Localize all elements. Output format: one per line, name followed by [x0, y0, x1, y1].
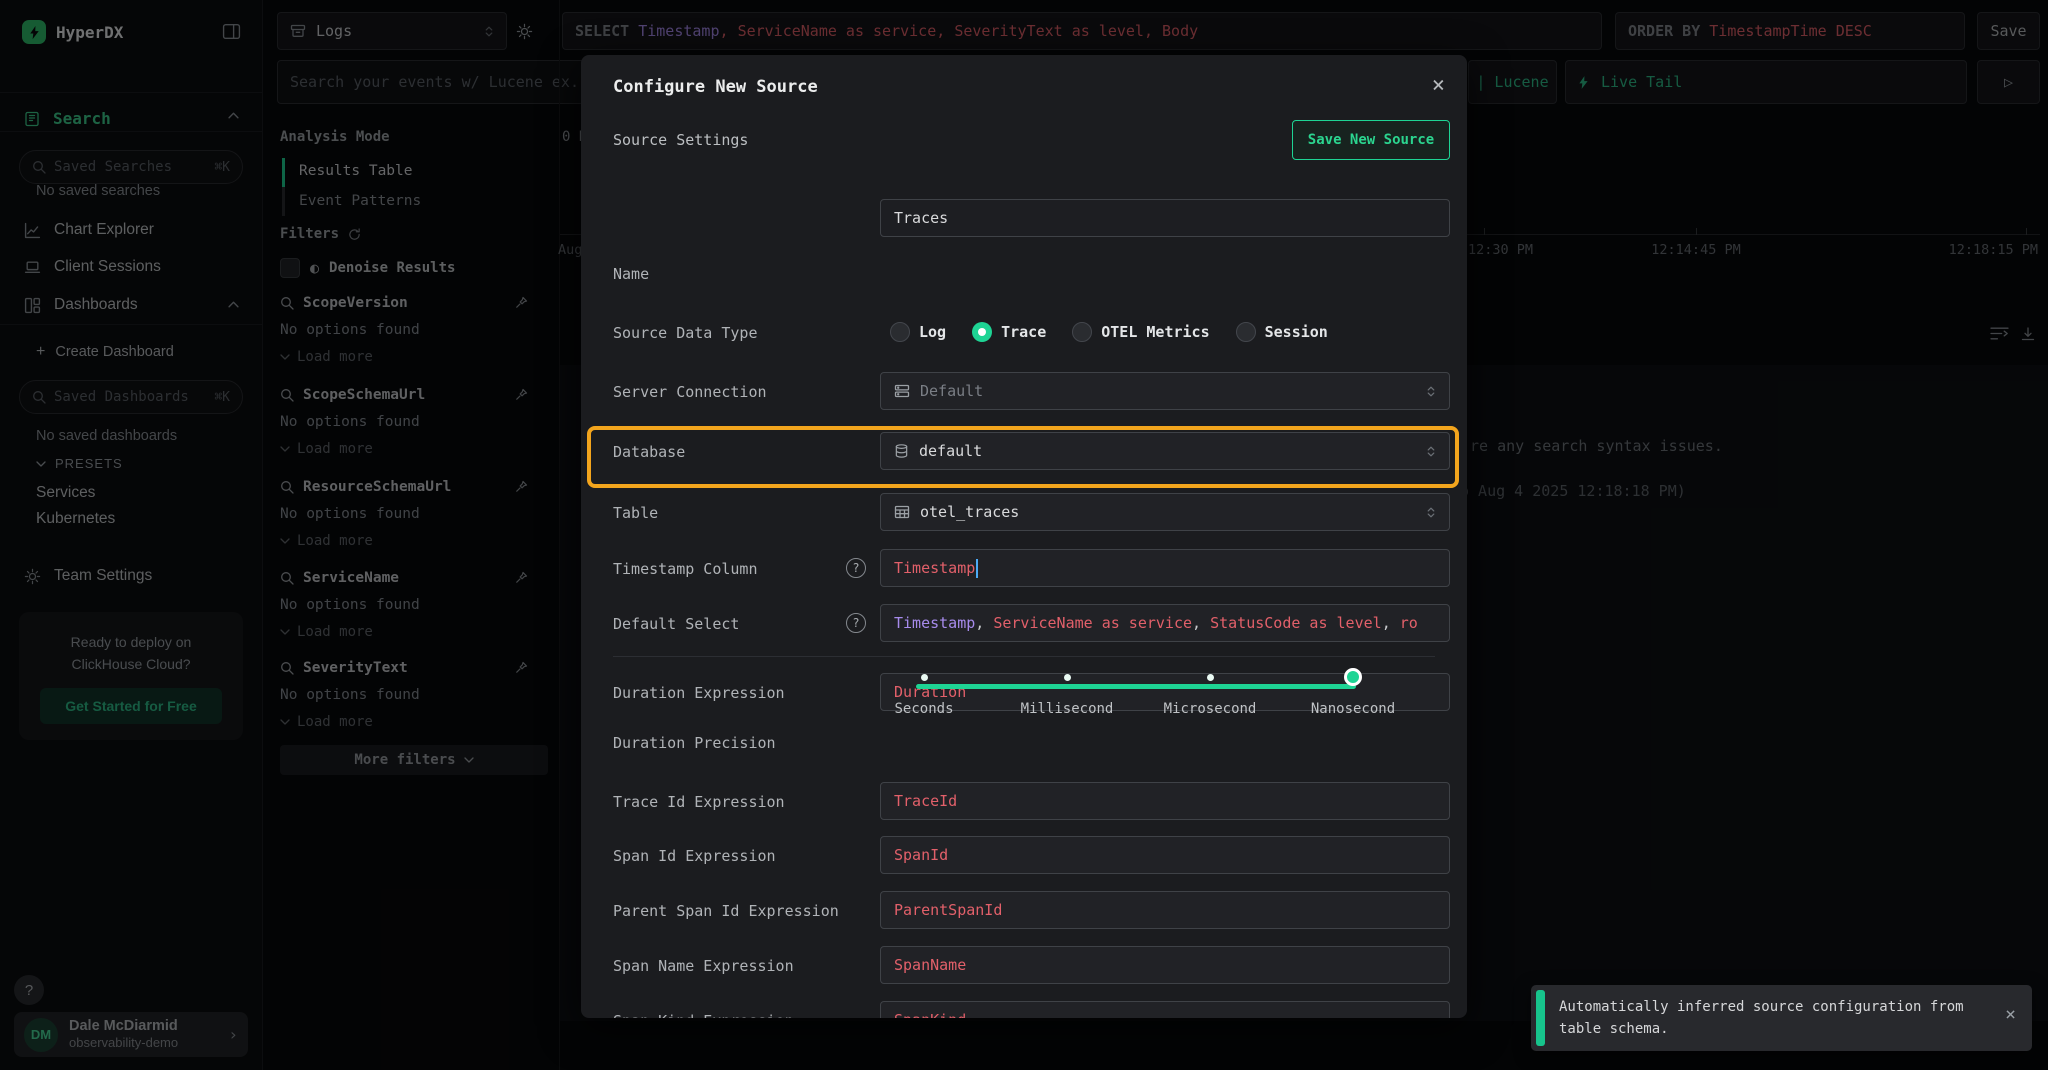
timestamp-column-label: Timestamp Column	[613, 560, 758, 578]
trace-id-input[interactable]: TraceId	[880, 782, 1450, 820]
select-arrows-icon	[1426, 385, 1436, 398]
duration-expression-label: Duration Expression	[613, 684, 785, 702]
default-select-value: Timestamp, ServiceName as service, Statu…	[894, 614, 1418, 632]
default-select-label: Default Select	[613, 615, 739, 633]
timestamp-column-input[interactable]: Timestamp	[880, 549, 1450, 587]
slider-mark-label: Millisecond	[1021, 701, 1114, 717]
span-kind-label: Span Kind Expression	[613, 1012, 794, 1018]
radio-circle-icon[interactable]	[1236, 322, 1256, 342]
toast-accent-bar	[1536, 990, 1545, 1046]
table-icon	[894, 504, 910, 520]
server-connection-select[interactable]: Default	[880, 372, 1450, 410]
table-row-highlight	[587, 426, 1459, 488]
span-id-input[interactable]: SpanId	[880, 836, 1450, 874]
close-icon[interactable]: ×	[1432, 75, 1445, 97]
radio-log[interactable]: Log	[890, 322, 946, 342]
radio-circle-icon[interactable]	[1072, 322, 1092, 342]
configure-source-modal: Configure New Source × Source Settings S…	[581, 55, 1467, 1018]
modal-title: Configure New Source	[613, 77, 818, 97]
help-circle-icon: ?	[846, 558, 866, 578]
slider-mark-label: Nanosecond	[1311, 701, 1395, 717]
slider-mark-label: Microsecond	[1164, 701, 1257, 717]
slider-mark-dot[interactable]	[1207, 674, 1214, 681]
name-label: Name	[613, 265, 649, 283]
radio-trace[interactable]: Trace	[972, 322, 1046, 342]
server-connection-value: Default	[920, 382, 983, 400]
radio-label: Log	[919, 323, 946, 341]
radio-session[interactable]: Session	[1236, 322, 1328, 342]
source-data-type-radios: Log Trace OTEL Metrics Session	[890, 322, 1328, 342]
table-label: Table	[613, 504, 658, 522]
table-value: otel_traces	[920, 503, 1019, 521]
name-input[interactable]: Traces	[880, 199, 1450, 237]
source-data-type-label: Source Data Type	[613, 324, 758, 342]
toast-notification: Automatically inferred source configurat…	[1531, 985, 2032, 1051]
span-kind-value: SpanKind	[894, 1011, 966, 1018]
span-name-input[interactable]: SpanName	[880, 946, 1450, 984]
app-screen: HyperDX Search Saved Searches ⌘K No save…	[0, 0, 2048, 1070]
timestamp-column-value: Timestamp	[894, 559, 975, 577]
name-value: Traces	[894, 209, 948, 227]
radio-circle-icon[interactable]	[890, 322, 910, 342]
save-new-source-button[interactable]: Save New Source	[1292, 120, 1450, 160]
close-icon[interactable]: ×	[2005, 985, 2032, 1051]
duration-precision-slider[interactable]: Seconds Millisecond Microsecond Nanosecond	[880, 675, 1450, 721]
span-name-label: Span Name Expression	[613, 957, 794, 975]
radio-circle-icon[interactable]	[972, 322, 992, 342]
radio-otel-metrics[interactable]: OTEL Metrics	[1072, 322, 1209, 342]
table-select[interactable]: otel_traces	[880, 493, 1450, 531]
span-id-label: Span Id Expression	[613, 847, 776, 865]
server-icon	[894, 383, 910, 399]
slider-mark-dot[interactable]	[1064, 674, 1071, 681]
divider	[613, 656, 1435, 657]
parent-span-id-label: Parent Span Id Expression	[613, 902, 839, 920]
slider-track[interactable]	[916, 684, 1356, 689]
toast-message: Automatically inferred source configurat…	[1545, 985, 1993, 1051]
default-select-input[interactable]: Timestamp, ServiceName as service, Statu…	[880, 604, 1450, 642]
trace-id-value: TraceId	[894, 792, 957, 810]
radio-label: Trace	[1001, 323, 1046, 341]
span-id-value: SpanId	[894, 846, 948, 864]
server-connection-label: Server Connection	[613, 383, 767, 401]
slider-thumb[interactable]	[1344, 668, 1362, 686]
select-arrows-icon	[1426, 506, 1436, 519]
text-cursor	[976, 559, 978, 578]
parent-span-id-input[interactable]: ParentSpanId	[880, 891, 1450, 929]
parent-span-id-value: ParentSpanId	[894, 901, 1002, 919]
help-circle-icon: ?	[846, 613, 866, 633]
section-title: Source Settings	[613, 131, 748, 149]
radio-label: OTEL Metrics	[1101, 323, 1209, 341]
span-kind-input[interactable]: SpanKind	[880, 1001, 1450, 1018]
radio-label: Session	[1265, 323, 1328, 341]
duration-precision-label: Duration Precision	[613, 734, 776, 752]
span-name-value: SpanName	[894, 956, 966, 974]
trace-id-label: Trace Id Expression	[613, 793, 785, 811]
slider-mark-label: Seconds	[894, 701, 953, 717]
slider-mark-dot[interactable]	[921, 674, 928, 681]
